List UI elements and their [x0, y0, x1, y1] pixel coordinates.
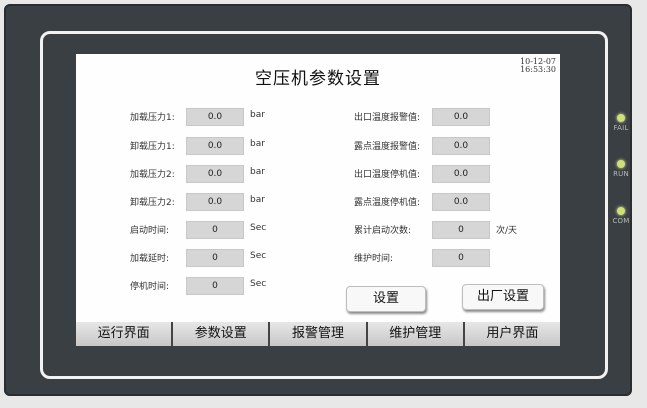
page-title: 空压机参数设置 [255, 69, 381, 89]
param-unit: Sec [250, 279, 267, 289]
nav-run-screen[interactable]: 运行界面 [76, 322, 174, 346]
time-text: 16:53:30 [520, 65, 556, 74]
com-indicator: COM [610, 207, 632, 225]
param-label: 加载压力2: [130, 170, 175, 180]
param-label: 停机时间: [130, 282, 170, 292]
param-label: 卸载压力2: [130, 198, 175, 208]
load-delay-field[interactable]: 0 [186, 249, 244, 267]
run-indicator: RUN [610, 160, 632, 178]
settings-button[interactable]: 设置 [346, 286, 426, 312]
param-label: 露点温度报警值: [354, 142, 421, 152]
param-label: 加载压力1: [130, 113, 175, 123]
factory-settings-button[interactable]: 出厂设置 [462, 284, 544, 310]
start-time-field[interactable]: 0 [186, 221, 244, 239]
run-led-icon [617, 160, 625, 168]
start-count-field[interactable]: 0 [432, 221, 490, 239]
nav-maintenance-management[interactable]: 维护管理 [367, 322, 465, 346]
outlet-temp-alarm-field[interactable]: 0.0 [432, 108, 490, 126]
load-pressure-2-field[interactable]: 0.0 [186, 165, 244, 183]
param-unit: 次/天 [496, 226, 518, 236]
fail-indicator: FAIL [610, 114, 632, 132]
unload-pressure-1-field[interactable]: 0.0 [186, 137, 244, 155]
dewpoint-temp-alarm-field[interactable]: 0.0 [432, 137, 490, 155]
param-unit: Sec [250, 251, 267, 261]
led-label: COM [612, 217, 630, 225]
param-label: 露点温度停机值: [354, 198, 421, 208]
nav-alarm-management[interactable]: 报警管理 [270, 322, 368, 346]
param-unit: bar [250, 110, 265, 120]
param-unit: bar [250, 195, 265, 205]
stop-time-field[interactable]: 0 [186, 277, 244, 295]
param-label: 启动时间: [130, 226, 170, 236]
param-label: 加载延时: [130, 254, 170, 264]
nav-user-screen[interactable]: 用户界面 [464, 322, 560, 346]
param-unit: bar [250, 139, 265, 149]
datetime-display: 10-12-07 16:53:30 [520, 58, 556, 74]
led-label: RUN [613, 170, 629, 178]
fail-led-icon [617, 114, 625, 122]
hmi-screen: 空压机参数设置 10-12-07 16:53:30 加载压力1: 0.0 bar… [76, 54, 560, 346]
bottom-nav: 运行界面 参数设置 报警管理 维护管理 用户界面 [76, 322, 560, 346]
outlet-temp-stop-field[interactable]: 0.0 [432, 165, 490, 183]
dewpoint-temp-stop-field[interactable]: 0.0 [432, 193, 490, 211]
load-pressure-1-field[interactable]: 0.0 [186, 108, 244, 126]
param-label: 卸载压力1: [130, 142, 175, 152]
param-label: 累计启动次数: [354, 226, 412, 236]
nav-param-settings[interactable]: 参数设置 [173, 322, 271, 346]
param-label: 出口温度停机值: [354, 170, 421, 180]
maintenance-time-field[interactable]: 0 [432, 249, 490, 267]
param-unit: Sec [250, 223, 267, 233]
param-label: 维护时间: [354, 254, 394, 264]
param-unit: bar [250, 167, 265, 177]
param-label: 出口温度报警值: [354, 113, 421, 123]
unload-pressure-2-field[interactable]: 0.0 [186, 193, 244, 211]
com-led-icon [617, 207, 625, 215]
led-label: FAIL [613, 124, 629, 132]
